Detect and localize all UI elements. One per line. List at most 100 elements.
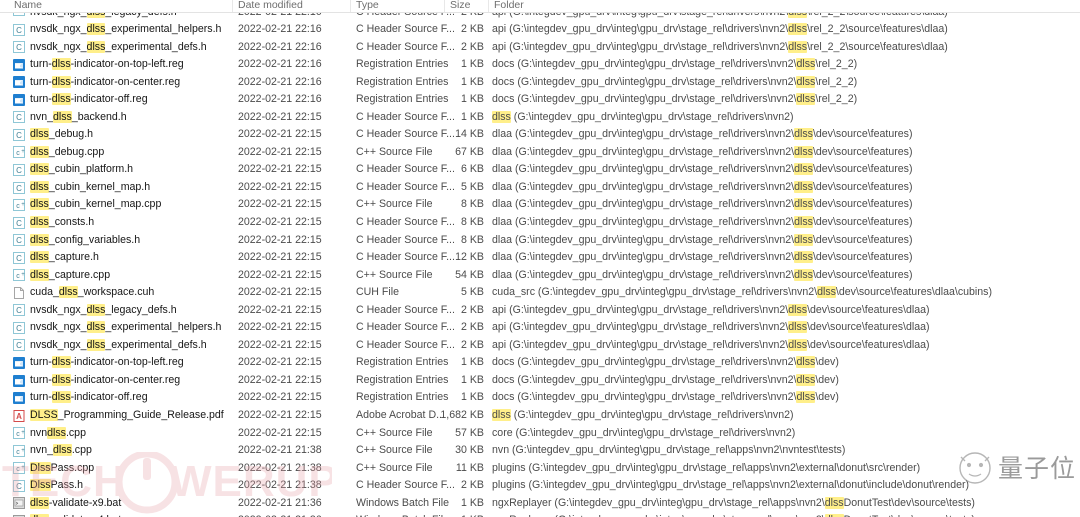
c-header-file-icon: C: [13, 163, 25, 176]
file-name-cell: dlss_debug.h: [30, 128, 94, 141]
file-size-cell: 1 KB: [461, 391, 484, 404]
column-divider-date[interactable]: [350, 0, 351, 12]
column-divider-name[interactable]: [232, 0, 233, 12]
table-row[interactable]: c + nvndlss.cpp 2022-02-21 22:15 C++ Source …: [0, 425, 1080, 443]
file-size-cell: 1 KB: [461, 496, 484, 509]
table-row[interactable]: turn-dlss-indicator-off.reg 2022-02-21 22…: [0, 91, 1080, 109]
table-row[interactable]: Cdlss_debug.h 2022-02-21 22:15 C Header So…: [0, 126, 1080, 144]
search-term-highlight: dlss: [824, 496, 844, 509]
file-name-cell: DlssPass.cpp: [30, 461, 95, 474]
search-term-highlight: dlss: [30, 128, 49, 141]
registry-file-icon: [13, 356, 25, 369]
table-row[interactable]: Cnvn_dlss_backend.h 2022-02-21 22:15 C Hea…: [0, 109, 1080, 127]
search-term-highlight: dlss: [794, 145, 813, 158]
table-row[interactable]: Cdlss_capture.h 2022-02-21 22:15 C Header …: [0, 249, 1080, 267]
table-row[interactable]: Cnvsdk_ngx_dlss_legacy_defs.h2022-02-21 …: [0, 302, 1080, 320]
c-header-file-icon: C: [13, 234, 25, 247]
search-term-highlight: dlss: [51, 373, 71, 386]
table-row[interactable]: c + nvn_dlss.cpp 2022-02-21 21:38 C++ Source…: [0, 442, 1080, 460]
search-term-highlight: dlss: [51, 391, 71, 404]
file-name-cell: turn-dlss-indicator-off.reg: [30, 391, 148, 404]
table-row[interactable]: turn-dlss-indicator-on-top-left.reg 2022-…: [0, 56, 1080, 74]
cpp-source-file-icon: c +: [13, 199, 25, 212]
file-folder-cell: dlaa (G:\integdev_gpu_drv\integ\gpu_drv\…: [492, 180, 913, 193]
table-row[interactable]: c + DlssPass.cpp 2022-02-21 21:38 C++ Source…: [0, 460, 1080, 478]
table-row[interactable]: cuda_dlss_workspace.cuh 2022-02-21 22:15 C…: [0, 284, 1080, 302]
table-row[interactable]: c + dlss_debug.cpp 2022-02-21 22:15 C++ Sour…: [0, 144, 1080, 162]
file-folder-cell: core (G:\integdev_gpu_drv\integ\gpu_drv\…: [492, 426, 796, 439]
table-row[interactable]: Cnvsdk_ngx_dlss_experimental_helpers.h 20…: [0, 319, 1080, 337]
table-row[interactable]: turn-dlss-indicator-on-center.reg 2022-02…: [0, 372, 1080, 390]
file-name-cell: nvsdk_ngx_dlss_experimental_defs.h: [30, 338, 207, 351]
file-folder-cell: docs (G:\integdev_gpu_drv\integ\gpu_drv\…: [492, 93, 858, 106]
file-name-cell: dlss_capture.cpp: [30, 268, 111, 281]
search-term-highlight: dlss: [52, 444, 72, 457]
svg-text:C: C: [16, 13, 22, 15]
svg-text:C: C: [16, 184, 22, 193]
table-row[interactable]: Cdlss_cubin_kernel_map.h 2022-02-21 22:15…: [0, 179, 1080, 197]
c-header-file-icon: C: [13, 479, 25, 492]
file-name-cell: cuda_dlss_workspace.cuh: [30, 286, 155, 299]
table-row[interactable]: A DLSS_Programming_Guide_Release.pdf 2022-…: [0, 407, 1080, 425]
file-name-cell: nvsdk_ngx_dlss_experimental_helpers.h: [30, 23, 222, 35]
table-row[interactable]: turn-dlss-indicator-on-top-left.reg 2022-…: [0, 354, 1080, 372]
file-date-cell: 2022-02-21 22:15: [238, 233, 322, 246]
table-row[interactable]: Cdlss_cubin_platform.h 2022-02-21 22:15 C …: [0, 161, 1080, 179]
file-size-cell: 12 KB: [455, 251, 484, 264]
table-row[interactable]: dlss-validate-x9.bat 2022-02-21 21:36 Wind…: [0, 495, 1080, 513]
file-name-cell: DlssPass.h: [30, 479, 83, 492]
cpp-source-file-icon: c +: [13, 444, 25, 457]
table-row[interactable]: Cnvsdk_ngx_dlss_legacy_defs.h2022-02-21 …: [0, 13, 1080, 21]
column-header-size[interactable]: Size: [450, 0, 490, 12]
table-row[interactable]: dlss-validate-x4.bat2022-02-21 21:36Wind…: [0, 512, 1080, 517]
search-term-highlight: dlss: [30, 163, 49, 176]
table-row[interactable]: Cnvsdk_ngx_dlss_experimental_helpers.h 20…: [0, 21, 1080, 39]
file-folder-cell: plugins (G:\integdev_gpu_drv\integ\gpu_d…: [492, 461, 921, 474]
column-header-folder[interactable]: Folder: [494, 0, 794, 12]
table-row[interactable]: C DlssPass.h 2022-02-21 21:38 C Header Sour…: [0, 477, 1080, 495]
file-name-cell: nvsdk_ngx_dlss_experimental_helpers.h: [30, 321, 222, 334]
file-date-cell: 2022-02-21 22:15: [238, 409, 322, 422]
search-term-highlight: Dlss: [30, 461, 51, 474]
file-size-cell: 2 KB: [406, 13, 484, 21]
table-row[interactable]: c + dlss_capture.cpp 2022-02-21 22:15 C++ So…: [0, 267, 1080, 285]
file-name-cell: dlss_capture.h: [30, 251, 99, 264]
column-divider-size[interactable]: [488, 0, 489, 12]
c-header-file-icon: C: [13, 111, 25, 124]
registry-file-icon: [13, 76, 25, 89]
search-term-highlight: dlss: [86, 40, 106, 53]
table-row[interactable]: turn-dlss-indicator-off.reg 2022-02-21 22…: [0, 389, 1080, 407]
column-header-date-modified[interactable]: Date modified: [238, 0, 348, 12]
svg-text:C: C: [16, 254, 22, 263]
file-date-cell: 2022-02-21 22:15: [238, 145, 322, 158]
table-row[interactable]: turn-dlss-indicator-on-center.reg 2022-02…: [0, 74, 1080, 92]
table-row[interactable]: Cdlss_config_variables.h 2022-02-21 22:15…: [0, 232, 1080, 250]
file-folder-cell: docs (G:\integdev_gpu_drv\integ\gpu_drv\…: [492, 391, 839, 404]
file-size-cell: 2 KB: [461, 40, 484, 53]
search-term-highlight: dlss: [30, 251, 49, 264]
file-folder-cell: api (G:\integdev_gpu_drv\integ\gpu_drv\s…: [492, 40, 948, 53]
column-header-type[interactable]: Type: [356, 0, 446, 12]
file-date-cell: 2022-02-21 22:15: [238, 321, 322, 334]
column-header-name[interactable]: Name: [14, 0, 224, 12]
table-row[interactable]: Cnvsdk_ngx_dlss_experimental_defs.h 2022-…: [0, 39, 1080, 57]
file-name-cell: turn-dlss-indicator-on-top-left.reg: [30, 356, 184, 369]
search-term-highlight: dlss: [796, 373, 816, 386]
file-size-cell: 6 KB: [461, 163, 484, 176]
search-term-highlight: dlss: [52, 110, 72, 123]
table-row[interactable]: Cnvsdk_ngx_dlss_experimental_defs.h 2022-…: [0, 337, 1080, 355]
table-row[interactable]: c + dlss_cubin_kernel_map.cpp 2022-02-21 22…: [0, 196, 1080, 214]
file-name-cell: turn-dlss-indicator-on-center.reg: [30, 75, 181, 88]
file-date-cell: 2022-02-21 21:38: [238, 479, 322, 492]
column-divider-type[interactable]: [444, 0, 445, 12]
c-header-file-icon: C: [13, 128, 25, 141]
svg-text:C: C: [16, 219, 22, 228]
file-list[interactable]: Cnvsdk_ngx_dlss_legacy_defs.h2022-02-21 …: [0, 13, 1080, 517]
table-row[interactable]: Cdlss_consts.h 2022-02-21 22:15 C Header S…: [0, 214, 1080, 232]
file-date-cell: 2022-02-21 22:15: [238, 338, 322, 351]
file-size-cell: 8 KB: [461, 198, 484, 211]
cpp-source-file-icon: c +: [13, 146, 25, 159]
file-folder-cell: api (G:\integdev_gpu_drv\integ\gpu_drv\s…: [492, 13, 1080, 21]
file-size-cell: 2 KB: [461, 23, 484, 35]
search-term-highlight: dlss: [817, 286, 836, 299]
